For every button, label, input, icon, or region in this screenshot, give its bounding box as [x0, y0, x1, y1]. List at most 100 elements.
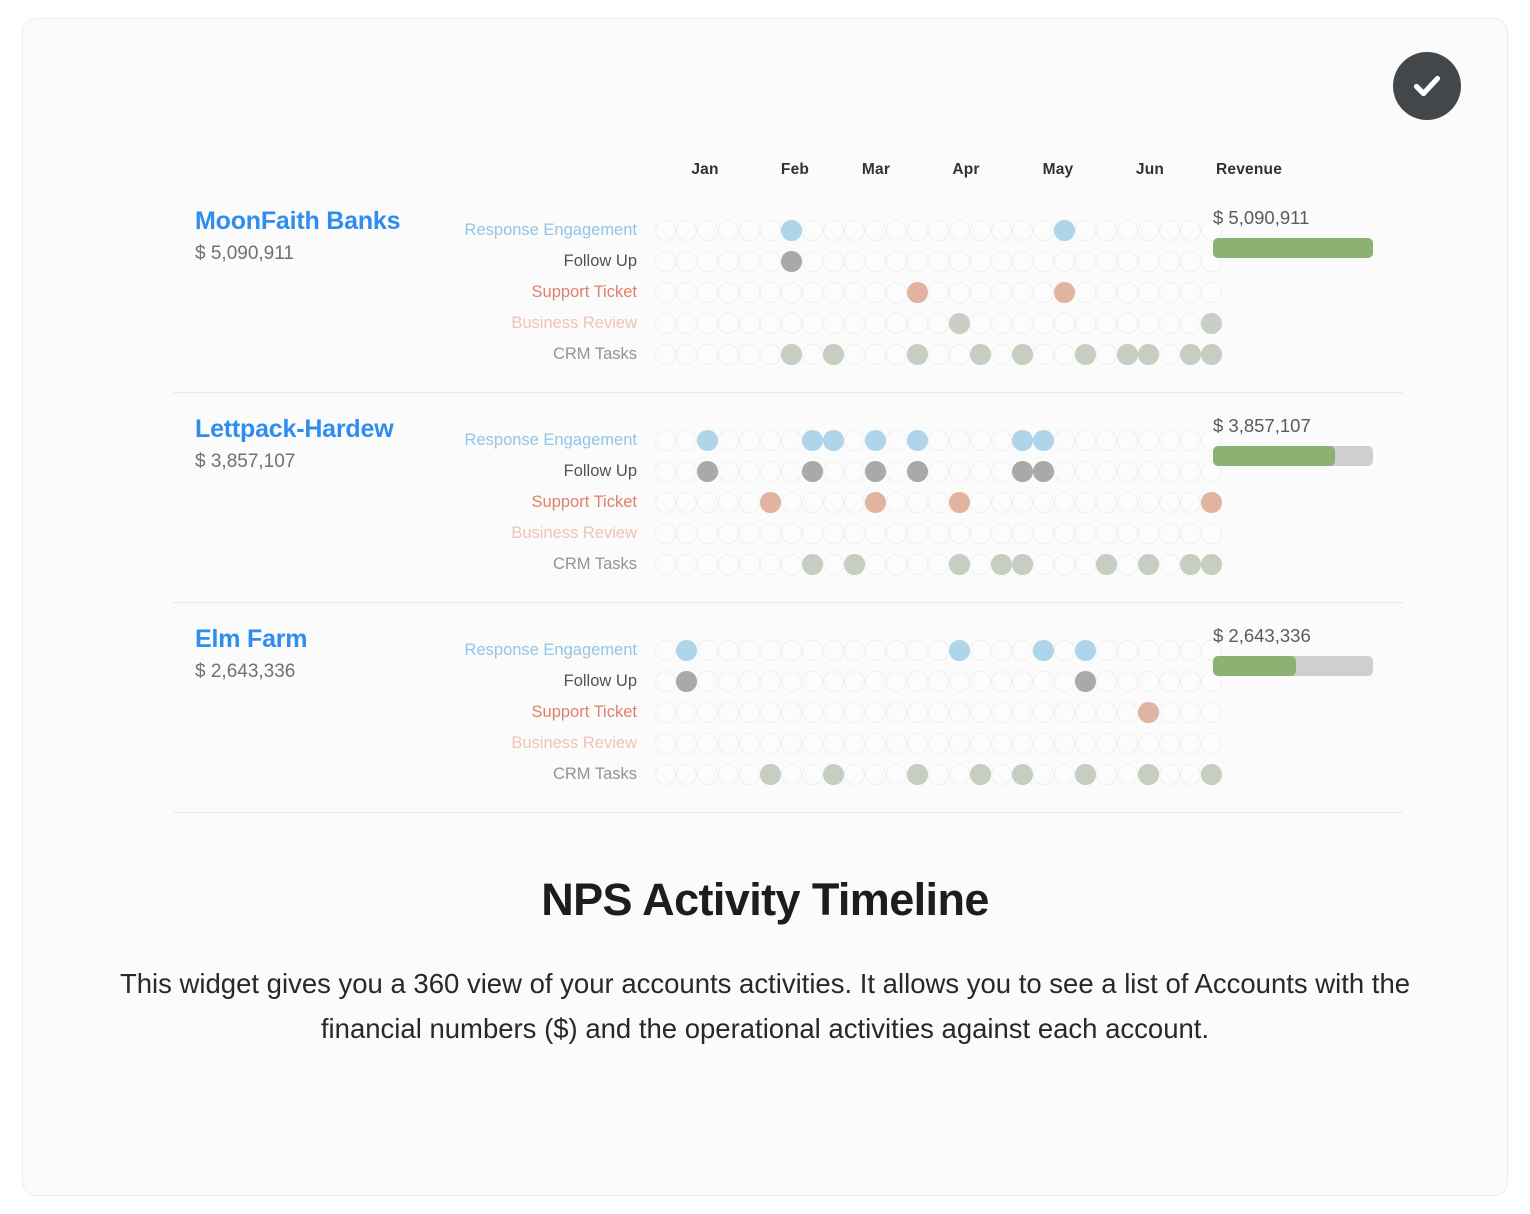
activity-dot-active[interactable]: [1012, 764, 1033, 785]
activity-dot-active[interactable]: [1201, 492, 1222, 513]
activity-dot-empty[interactable]: [1033, 344, 1054, 365]
activity-dot-empty[interactable]: [1180, 492, 1201, 513]
activity-dot-empty[interactable]: [781, 430, 802, 451]
activity-dot-empty[interactable]: [886, 430, 907, 451]
activity-dot-empty[interactable]: [655, 554, 676, 575]
activity-dot-empty[interactable]: [655, 733, 676, 754]
activity-dot-active[interactable]: [1117, 344, 1138, 365]
activity-dot-empty[interactable]: [886, 492, 907, 513]
activity-dot-empty[interactable]: [844, 220, 865, 241]
activity-dot-empty[interactable]: [844, 764, 865, 785]
activity-dot-empty[interactable]: [781, 640, 802, 661]
activity-dot-empty[interactable]: [802, 282, 823, 303]
activity-dot-empty[interactable]: [823, 554, 844, 575]
activity-dot-empty[interactable]: [1033, 523, 1054, 544]
activity-dot-empty[interactable]: [949, 430, 970, 451]
activity-dot-empty[interactable]: [1054, 554, 1075, 575]
activity-dot-empty[interactable]: [760, 344, 781, 365]
activity-dot-empty[interactable]: [1180, 313, 1201, 334]
activity-dot-empty[interactable]: [718, 554, 739, 575]
activity-dot-empty[interactable]: [907, 313, 928, 334]
activity-dot-empty[interactable]: [718, 461, 739, 482]
activity-dot-empty[interactable]: [1033, 492, 1054, 513]
activity-dot-empty[interactable]: [907, 251, 928, 272]
activity-dot-empty[interactable]: [1180, 430, 1201, 451]
activity-dot-empty[interactable]: [970, 282, 991, 303]
activity-dot-empty[interactable]: [1117, 251, 1138, 272]
activity-dot-empty[interactable]: [1180, 671, 1201, 692]
activity-dot-empty[interactable]: [1117, 282, 1138, 303]
activity-dot-empty[interactable]: [1180, 220, 1201, 241]
activity-dot-empty[interactable]: [1033, 702, 1054, 723]
activity-dot-empty[interactable]: [865, 764, 886, 785]
activity-dot-active[interactable]: [844, 554, 865, 575]
activity-dot-active[interactable]: [1138, 344, 1159, 365]
activity-dot-empty[interactable]: [655, 764, 676, 785]
activity-dot-empty[interactable]: [781, 702, 802, 723]
activity-dot-empty[interactable]: [697, 523, 718, 544]
activity-dot-empty[interactable]: [991, 640, 1012, 661]
activity-dot-empty[interactable]: [991, 764, 1012, 785]
activity-dot-empty[interactable]: [781, 461, 802, 482]
activity-dot-empty[interactable]: [1033, 671, 1054, 692]
activity-dot-empty[interactable]: [781, 282, 802, 303]
activity-dot-empty[interactable]: [760, 523, 781, 544]
activity-dot-empty[interactable]: [1138, 523, 1159, 544]
activity-dot-empty[interactable]: [802, 640, 823, 661]
activity-dot-empty[interactable]: [760, 282, 781, 303]
activity-dot-empty[interactable]: [1096, 492, 1117, 513]
activity-dot-empty[interactable]: [1180, 523, 1201, 544]
activity-dot-empty[interactable]: [1075, 461, 1096, 482]
activity-dot-empty[interactable]: [1117, 702, 1138, 723]
activity-dot-empty[interactable]: [739, 671, 760, 692]
activity-dot-active[interactable]: [823, 764, 844, 785]
activity-dot-empty[interactable]: [1180, 702, 1201, 723]
activity-dot-empty[interactable]: [739, 640, 760, 661]
activity-dot-empty[interactable]: [802, 313, 823, 334]
activity-dot-empty[interactable]: [718, 220, 739, 241]
activity-dot-empty[interactable]: [991, 671, 1012, 692]
activity-dot-empty[interactable]: [1117, 523, 1138, 544]
activity-dot-empty[interactable]: [760, 220, 781, 241]
activity-dot-empty[interactable]: [1075, 492, 1096, 513]
activity-dot-empty[interactable]: [1117, 733, 1138, 754]
activity-dot-empty[interactable]: [1180, 461, 1201, 482]
activity-dot-empty[interactable]: [1033, 733, 1054, 754]
activity-dot-active[interactable]: [1180, 554, 1201, 575]
activity-dot-empty[interactable]: [1138, 492, 1159, 513]
activity-dot-empty[interactable]: [718, 523, 739, 544]
activity-dot-active[interactable]: [1075, 764, 1096, 785]
activity-dot-empty[interactable]: [697, 282, 718, 303]
activity-dot-active[interactable]: [865, 430, 886, 451]
activity-dot-empty[interactable]: [865, 554, 886, 575]
check-circle-icon[interactable]: [1393, 52, 1461, 120]
activity-dot-empty[interactable]: [760, 251, 781, 272]
activity-dot-empty[interactable]: [1075, 523, 1096, 544]
activity-dot-empty[interactable]: [1138, 220, 1159, 241]
activity-dot-empty[interactable]: [655, 430, 676, 451]
activity-dot-empty[interactable]: [718, 282, 739, 303]
activity-dot-empty[interactable]: [676, 313, 697, 334]
activity-dot-empty[interactable]: [1075, 702, 1096, 723]
activity-dot-empty[interactable]: [802, 492, 823, 513]
activity-dot-empty[interactable]: [865, 220, 886, 241]
activity-dot-empty[interactable]: [949, 733, 970, 754]
activity-dot-empty[interactable]: [739, 702, 760, 723]
activity-dot-empty[interactable]: [970, 640, 991, 661]
activity-dot-empty[interactable]: [970, 220, 991, 241]
activity-dot-empty[interactable]: [1117, 313, 1138, 334]
activity-dot-active[interactable]: [907, 282, 928, 303]
activity-dot-empty[interactable]: [718, 313, 739, 334]
activity-dot-active[interactable]: [949, 492, 970, 513]
activity-dot-empty[interactable]: [739, 251, 760, 272]
activity-dot-empty[interactable]: [1117, 764, 1138, 785]
activity-dot-empty[interactable]: [1159, 344, 1180, 365]
activity-dot-empty[interactable]: [886, 282, 907, 303]
activity-dot-empty[interactable]: [970, 733, 991, 754]
activity-dot-active[interactable]: [949, 554, 970, 575]
activity-dot-empty[interactable]: [991, 251, 1012, 272]
activity-dot-active[interactable]: [1180, 344, 1201, 365]
activity-dot-empty[interactable]: [907, 671, 928, 692]
activity-dot-empty[interactable]: [928, 344, 949, 365]
activity-dot-empty[interactable]: [1096, 702, 1117, 723]
